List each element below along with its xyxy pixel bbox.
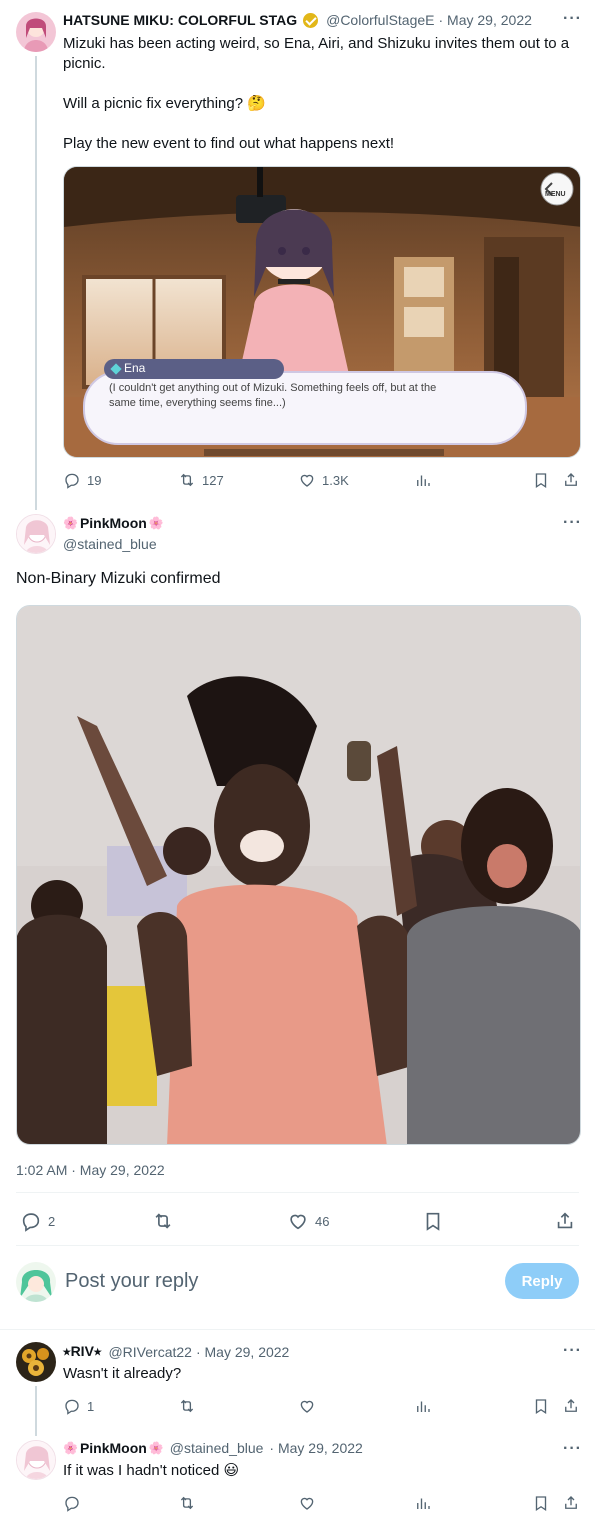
share-icon (557, 1212, 573, 1229)
like-button[interactable]: 1.3K (298, 471, 349, 489)
repost-count: 127 (202, 472, 224, 488)
repost-icon (155, 1213, 171, 1229)
display-name[interactable]: ⭑RIV⭑ (63, 1343, 101, 1360)
reply-text: Wasn't it already? (63, 1365, 182, 1382)
repost-button[interactable] (178, 1494, 196, 1512)
bookmark-icon (535, 473, 547, 489)
like-count: 46 (315, 1213, 330, 1229)
bookmark-button[interactable] (422, 1210, 444, 1232)
verified-badge-icon (303, 12, 319, 28)
handle[interactable]: @stained_blue (170, 1440, 264, 1456)
repost-button[interactable] (152, 1210, 174, 1232)
menu-button: MENU (545, 191, 566, 198)
display-name[interactable]: HATSUNE MIKU: COLORFUL STAG (63, 12, 297, 28)
reply-button[interactable]: Reply (505, 1263, 579, 1299)
heart-icon (300, 474, 314, 487)
dialogue-text-line: (I couldn't get anything out of Mizuki. … (109, 382, 437, 394)
reply-text: If it was I hadn't noticed 😃 (63, 1462, 240, 1479)
handle[interactable]: @RIVercat22 (108, 1344, 191, 1360)
tweet-media-gif[interactable] (16, 605, 581, 1145)
divider (16, 1245, 579, 1246)
like-button[interactable] (298, 1494, 316, 1512)
share-button[interactable] (562, 1494, 580, 1512)
repost-icon (180, 473, 194, 487)
reply-button[interactable]: 1 (63, 1397, 94, 1415)
reply-button[interactable]: 2 (20, 1210, 55, 1232)
dialogue-text-line: same time, everything seems fine...) (109, 397, 286, 409)
bookmark-icon (535, 1399, 547, 1415)
share-icon (565, 1496, 577, 1509)
bookmark-button[interactable] (532, 471, 550, 489)
current-user-avatar[interactable] (16, 1262, 56, 1302)
tweet-text-line: picnic. (63, 55, 106, 72)
bookmark-icon (426, 1212, 440, 1231)
flower-emoji-icon: 🌸 (63, 516, 78, 530)
views-button[interactable] (414, 1397, 432, 1415)
more-options-icon[interactable]: ··· (563, 1342, 582, 1360)
views-icon (417, 1498, 430, 1509)
reply-input[interactable]: Post your reply (65, 1270, 198, 1293)
reply-count: 1 (87, 1398, 95, 1414)
tweet-text-line: Mizuki has been acting weird, so Ena, Ai… (63, 35, 570, 52)
reply-button[interactable] (63, 1494, 81, 1512)
share-button[interactable] (562, 471, 580, 489)
tweet-timestamp[interactable]: 1:02 AM · May 29, 2022 (16, 1162, 165, 1178)
display-name[interactable]: PinkMoon (80, 1440, 147, 1456)
share-icon (565, 1399, 577, 1412)
display-name-text: RIV (70, 1343, 94, 1359)
views-button[interactable] (414, 1494, 432, 1512)
handle[interactable]: @stained_blue (63, 536, 157, 552)
tweet-text-line: Play the new event to find out what happ… (63, 135, 395, 152)
reply-icon (65, 1399, 79, 1415)
avatar[interactable] (16, 514, 56, 554)
views-icon (417, 475, 430, 486)
share-icon (565, 473, 577, 486)
handle[interactable]: @ColorfulStageE (326, 12, 434, 28)
repost-icon (180, 1496, 194, 1510)
tweet-media-game-screenshot[interactable]: MENU Ena (I couldn't get anything out of… (63, 166, 581, 458)
reply-button[interactable]: 19 (63, 471, 101, 489)
reply-count: 2 (48, 1213, 56, 1229)
share-button[interactable] (562, 1397, 580, 1415)
post-date[interactable]: · May 29, 2022 (196, 1344, 289, 1360)
repost-button[interactable] (178, 1397, 196, 1415)
share-button[interactable] (554, 1210, 576, 1232)
flower-emoji-icon: 🌸 (63, 1441, 78, 1455)
repost-button[interactable]: 127 (178, 471, 224, 489)
post-date[interactable]: · May 29, 2022 (439, 12, 532, 28)
reply-icon (65, 473, 79, 489)
tweet-text-line: Will a picnic fix everything? 🤔 (63, 95, 266, 112)
more-options-icon[interactable]: ··· (563, 10, 582, 28)
thread-line (35, 1386, 37, 1436)
post-date[interactable]: · May 29, 2022 (269, 1440, 362, 1456)
more-options-icon[interactable]: ··· (563, 514, 582, 532)
dialogue-speaker-name: Ena (124, 361, 146, 375)
avatar[interactable] (16, 1342, 56, 1382)
heart-icon (290, 1214, 306, 1230)
like-button[interactable] (298, 1397, 316, 1415)
flower-emoji-icon: 🌸 (148, 1441, 164, 1455)
flower-emoji-icon: 🌸 (148, 516, 164, 530)
bookmark-icon (535, 1496, 547, 1512)
reply-icon (22, 1213, 40, 1232)
display-name[interactable]: PinkMoon (80, 515, 147, 531)
reply-count: 19 (87, 472, 102, 488)
thread-line (35, 56, 37, 510)
like-count: 1.3K (322, 472, 349, 488)
like-button[interactable]: 46 (287, 1210, 329, 1232)
more-options-icon[interactable]: ··· (563, 1440, 582, 1458)
divider (0, 1329, 595, 1330)
avatar[interactable] (16, 12, 56, 52)
heart-icon (300, 1400, 314, 1413)
repost-icon (180, 1399, 194, 1413)
tweet-text: Non-Binary Mizuki confirmed (16, 570, 221, 587)
avatar[interactable] (16, 1440, 56, 1480)
bookmark-button[interactable] (532, 1494, 550, 1512)
reply-icon (65, 1496, 79, 1512)
divider (16, 1192, 579, 1193)
bookmark-button[interactable] (532, 1397, 550, 1415)
views-icon (417, 1401, 430, 1412)
heart-icon (300, 1497, 314, 1510)
views-button[interactable] (414, 471, 432, 489)
